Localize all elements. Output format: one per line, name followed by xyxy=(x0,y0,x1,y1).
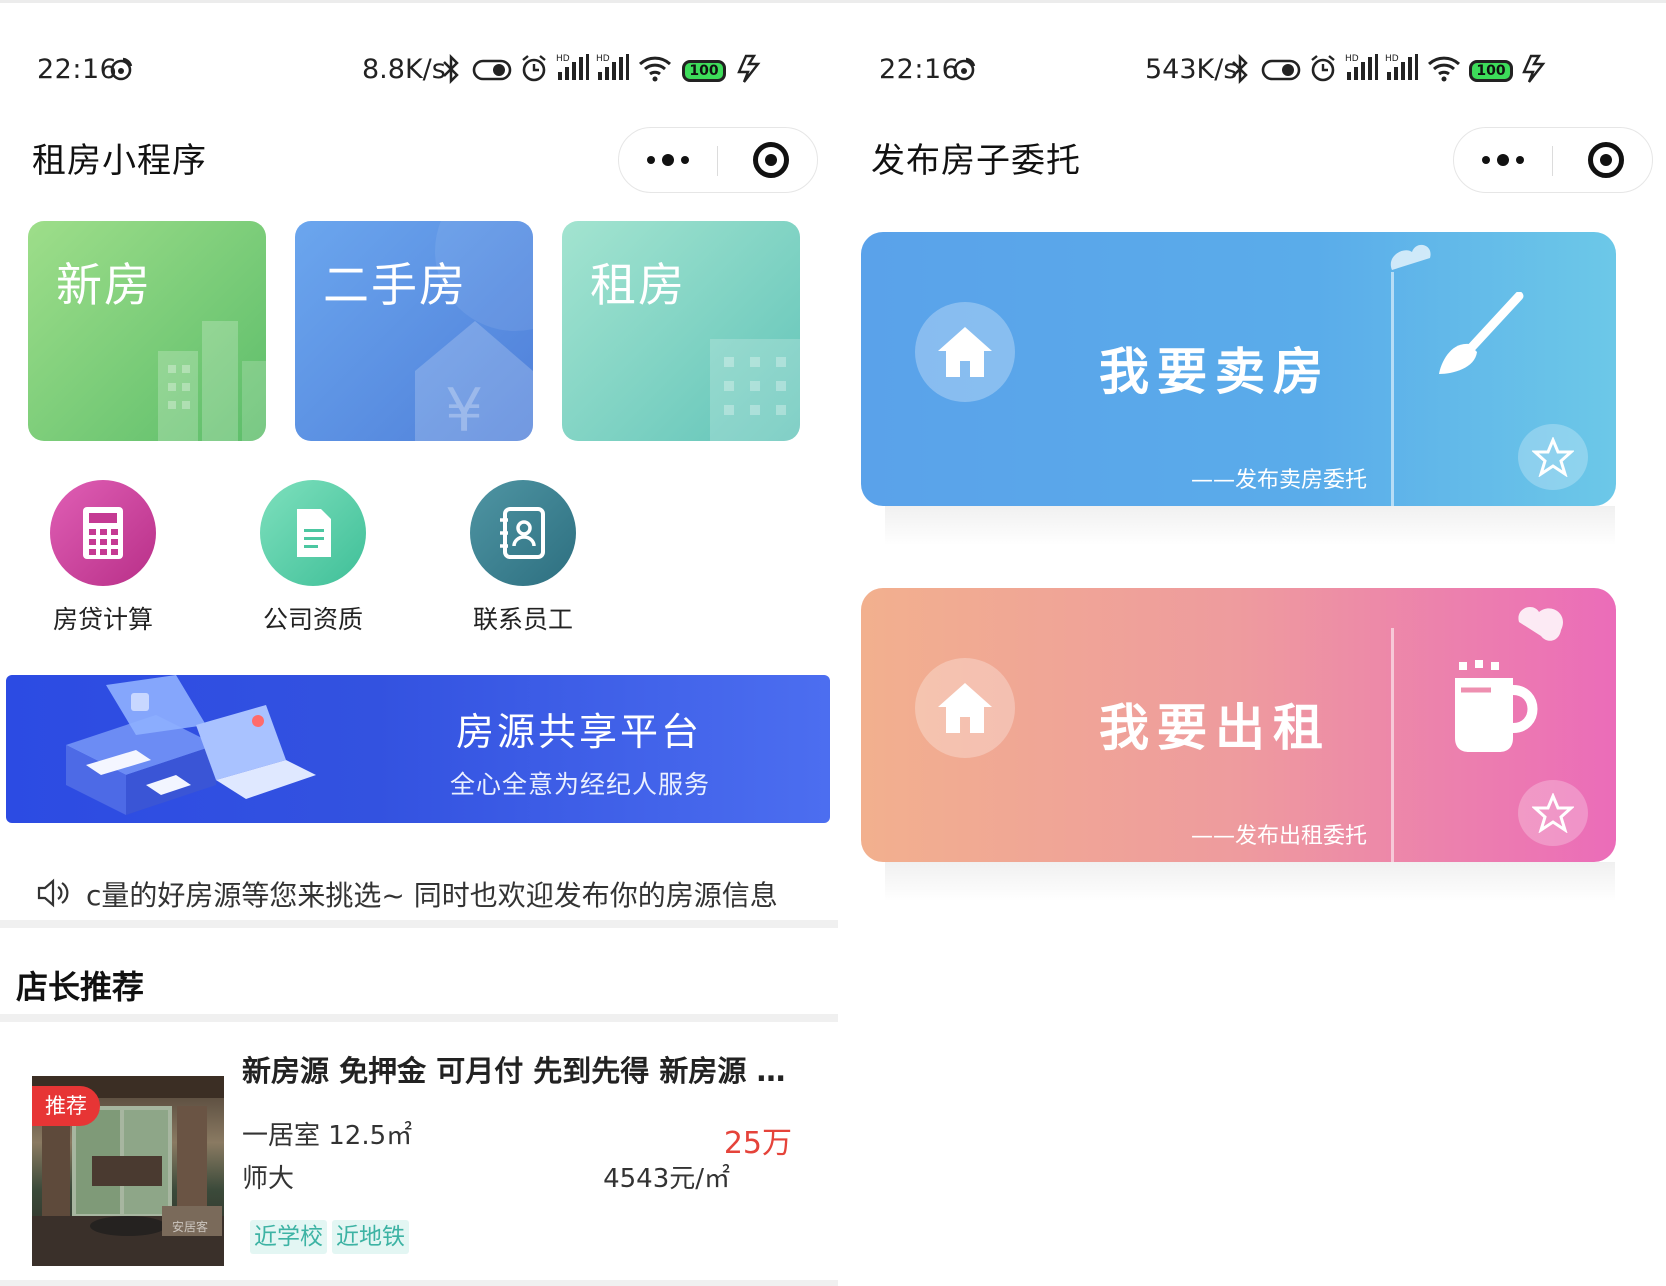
card-shadow xyxy=(885,506,1615,546)
page-title: 租房小程序 xyxy=(32,141,207,181)
sell-house-card[interactable]: 我要卖房 ——发布卖房委托 xyxy=(861,232,1616,506)
laptop-illustration xyxy=(66,675,316,815)
tile-label: 新房 xyxy=(56,258,152,312)
tile-label: 租房 xyxy=(590,258,686,312)
wifi-icon xyxy=(1427,56,1461,82)
rent-house-card[interactable]: 我要出租 ——发布出租委托 xyxy=(861,588,1616,862)
listing-card[interactable]: 安居客 推荐 新房源 免押金 可月付 先到先得 新房源 … 一居室 12.5㎡ … xyxy=(32,1048,822,1278)
status-time: 22:16 xyxy=(879,54,960,85)
page-title: 发布房子委托 xyxy=(871,141,1081,181)
listing-area: 师大 xyxy=(242,1164,295,1194)
building-icon xyxy=(710,339,800,441)
section-divider xyxy=(0,920,838,928)
status-bar: 22:16 543K/s HD HD 100 xyxy=(855,48,1666,98)
quick-label: 联系员工 xyxy=(472,605,573,634)
more-dots-icon[interactable] xyxy=(1454,128,1552,192)
house-yuan-icon: ¥ xyxy=(415,221,533,441)
listing-price: 25万 xyxy=(723,1126,792,1161)
weibo-icon xyxy=(110,57,133,81)
star-icon xyxy=(1518,780,1588,846)
listing-title: 新房源 免押金 可月付 先到先得 新房源 … xyxy=(242,1054,786,1088)
brush-icon xyxy=(1439,292,1524,374)
listing-room: 一居室 12.5㎡ xyxy=(242,1121,413,1151)
svg-text:安居客: 安居客 xyxy=(172,1219,208,1234)
section-title: 店长推荐 xyxy=(16,968,145,1006)
more-dots-icon[interactable] xyxy=(619,128,717,192)
quick-label: 公司资质 xyxy=(262,605,363,634)
banner-subtitle: 全心全意为经纪人服务 xyxy=(450,770,711,799)
star-icon xyxy=(1518,424,1588,490)
toggle-icon xyxy=(1261,59,1301,81)
battery-icon: 100 xyxy=(682,60,726,82)
network-speed: 8.8K/s xyxy=(362,54,446,85)
contact-book-icon xyxy=(470,480,576,586)
card-divider xyxy=(1391,628,1394,862)
toggle-icon xyxy=(472,59,512,81)
card-title: 我要卖房 xyxy=(1099,342,1331,401)
house-icon xyxy=(915,302,1015,402)
charging-icon xyxy=(1522,54,1546,83)
house-icon xyxy=(915,658,1015,758)
status-bar: 22:16 8.8K/s HD HD 100 xyxy=(0,48,838,98)
card-subtitle: ——发布卖房委托 xyxy=(1191,468,1368,493)
listing-unit-price: 4543元/㎡ xyxy=(603,1164,730,1194)
document-icon xyxy=(260,480,366,586)
recommend-badge: 推荐 xyxy=(32,1086,100,1126)
alarm-icon xyxy=(522,55,546,82)
card-divider xyxy=(1391,272,1394,506)
notice-text: c量的好房源等您来挑选~ 同时也欢迎发布你的房源信息 xyxy=(86,879,778,912)
network-speed: 543K/s xyxy=(1145,54,1238,85)
listing-tag: 近学校 xyxy=(250,1220,327,1254)
capsule-menu xyxy=(618,127,818,193)
weibo-icon xyxy=(953,57,976,81)
signal-icon: HD xyxy=(1345,54,1378,80)
banner-title: 房源共享平台 xyxy=(456,710,703,754)
section-divider xyxy=(0,1280,838,1286)
cup-icon xyxy=(1455,660,1538,752)
cloud-icon xyxy=(1390,244,1431,270)
section-divider xyxy=(0,1014,838,1022)
tile-second-hand[interactable]: 二手房 ¥ xyxy=(295,221,533,441)
svg-text:¥: ¥ xyxy=(445,376,483,441)
quick-qualification[interactable]: 公司资质 xyxy=(258,480,368,636)
target-icon[interactable] xyxy=(753,142,789,178)
capsule-divider xyxy=(717,146,718,176)
card-title: 我要出租 xyxy=(1099,698,1331,757)
svg-text:HD: HD xyxy=(1345,54,1359,64)
alarm-icon xyxy=(1311,55,1335,82)
cloud-icon xyxy=(1518,607,1563,641)
capsule-menu xyxy=(1453,127,1653,193)
tile-new-house[interactable]: 新房 xyxy=(28,221,266,441)
status-time: 22:16 xyxy=(37,54,118,85)
building-icon xyxy=(158,321,266,441)
entrust-screen: 22:16 543K/s HD HD 100 发布房子委托 我要卖房 ——发布卖… xyxy=(855,0,1666,1286)
promo-banner[interactable]: 房源共享平台 全心全意为经纪人服务 xyxy=(6,675,830,823)
card-subtitle: ——发布出租委托 xyxy=(1191,824,1368,849)
charging-icon xyxy=(737,54,761,83)
battery-icon: 100 xyxy=(1469,60,1513,82)
svg-text:HD: HD xyxy=(596,54,610,64)
target-icon[interactable] xyxy=(1588,142,1624,178)
card-shadow xyxy=(885,862,1615,902)
bluetooth-icon xyxy=(1232,54,1248,84)
svg-text:HD: HD xyxy=(1385,54,1399,64)
tile-rent[interactable]: 租房 xyxy=(562,221,800,441)
wifi-icon xyxy=(638,56,672,82)
quick-contact[interactable]: 联系员工 xyxy=(468,480,578,636)
speaker-icon xyxy=(37,878,69,908)
quick-mortgage[interactable]: 房贷计算 xyxy=(48,480,158,636)
listing-tag: 近地铁 xyxy=(332,1220,409,1254)
svg-text:HD: HD xyxy=(556,54,570,64)
capsule-divider xyxy=(1552,146,1553,176)
quick-label: 房贷计算 xyxy=(52,605,153,634)
calculator-icon xyxy=(50,480,156,586)
signal-icon: HD xyxy=(556,54,589,80)
signal-icon: HD xyxy=(1385,54,1418,80)
bluetooth-icon xyxy=(443,54,459,84)
notice-marquee: c量的好房源等您来挑选~ 同时也欢迎发布你的房源信息 xyxy=(36,872,806,912)
signal-icon: HD xyxy=(596,54,629,80)
home-screen: 22:16 8.8K/s HD HD 100 租房小程序 新房 二手房 ¥ 租房… xyxy=(0,0,838,1286)
